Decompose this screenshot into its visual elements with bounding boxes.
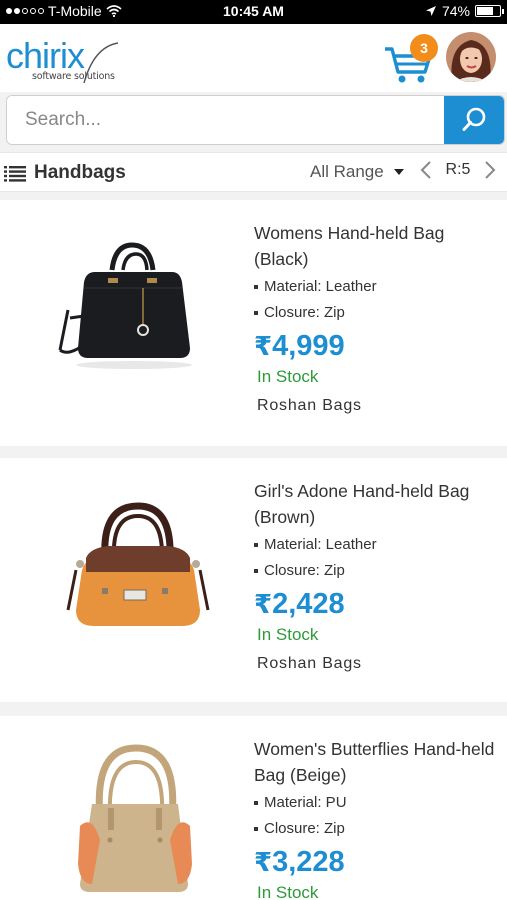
battery-icon <box>475 5 504 17</box>
search-bar <box>6 95 505 145</box>
search-input[interactable] <box>7 96 447 144</box>
product-spec-closure: Closure: Zip <box>254 818 499 840</box>
price-amount: 2,428 <box>272 588 345 620</box>
category-selector[interactable]: Handbags <box>4 162 126 184</box>
range-label: All Range <box>310 162 384 181</box>
stock-status: In Stock <box>257 883 319 900</box>
pager: R:5 <box>420 160 496 180</box>
page-indicator: R:5 <box>445 161 471 178</box>
category-label: Handbags <box>34 162 126 183</box>
battery-fill <box>477 7 494 15</box>
product-image-brown-handbag[interactable] <box>50 498 220 638</box>
search-button[interactable] <box>444 96 504 144</box>
chirix-logo[interactable]: chirix software solutions <box>6 35 136 87</box>
search-icon <box>462 107 486 131</box>
cart-count-badge[interactable]: 3 <box>410 34 438 62</box>
product-spec-material: Material: Leather <box>254 534 499 556</box>
price-amount: 4,999 <box>272 330 345 362</box>
seller-name[interactable]: Roshan Bags <box>257 655 499 673</box>
price-amount: 3,228 <box>272 846 345 878</box>
stock-status: In Stock <box>257 625 319 644</box>
product-spec-material: Material: PU <box>254 792 499 814</box>
product-price: ₹ 4,999 <box>254 330 499 363</box>
filter-bar: Handbags All Range R:5 <box>0 152 507 192</box>
status-bar: T-Mobile 10:45 AM 74% <box>0 0 507 24</box>
battery-percent: 74% <box>441 3 470 19</box>
currency-symbol: ₹ <box>254 331 273 361</box>
range-dropdown[interactable]: All Range <box>310 162 404 182</box>
product-info: Womens Hand-held Bag (Black) Material: L… <box>254 220 499 415</box>
currency-symbol: ₹ <box>254 847 273 877</box>
product-info: Girl's Adone Hand-held Bag (Brown) Mater… <box>254 478 499 673</box>
product-spec-closure: Closure: Zip <box>254 560 499 582</box>
list-icon <box>4 165 26 182</box>
product-spec-material: Material: Leather <box>254 276 499 298</box>
currency-symbol: ₹ <box>254 589 273 619</box>
product-card[interactable]: Girl's Adone Hand-held Bag (Brown) Mater… <box>0 458 507 702</box>
stock-status: In Stock <box>257 367 319 386</box>
product-title[interactable]: Girl's Adone Hand-held Bag (Brown) <box>254 478 499 530</box>
product-card[interactable]: Womens Hand-held Bag (Black) Material: L… <box>0 200 507 446</box>
product-image-black-handbag[interactable] <box>50 240 220 380</box>
product-image-beige-handbag[interactable] <box>50 744 220 894</box>
product-spec-closure: Closure: Zip <box>254 302 499 324</box>
logo-tagline: software solutions <box>32 71 115 82</box>
product-price: ₹ 3,228 <box>254 846 499 879</box>
profile-photo-icon <box>446 32 496 82</box>
product-price: ₹ 2,428 <box>254 588 499 621</box>
user-avatar[interactable] <box>446 32 496 82</box>
product-info: Women's Butterflies Hand-held Bag (Beige… <box>254 736 499 900</box>
app-header: chirix software solutions 3 <box>0 24 507 92</box>
chevron-left-icon[interactable] <box>420 160 432 180</box>
status-right: 74% <box>425 3 504 19</box>
product-title[interactable]: Womens Hand-held Bag (Black) <box>254 220 499 272</box>
product-title[interactable]: Women's Butterflies Hand-held Bag (Beige… <box>254 736 499 788</box>
product-card[interactable]: Women's Butterflies Hand-held Bag (Beige… <box>0 716 507 900</box>
seller-name[interactable]: Roshan Bags <box>257 397 499 415</box>
caret-down-icon <box>393 169 404 175</box>
chevron-right-icon[interactable] <box>484 160 496 180</box>
location-arrow-icon <box>425 6 436 16</box>
